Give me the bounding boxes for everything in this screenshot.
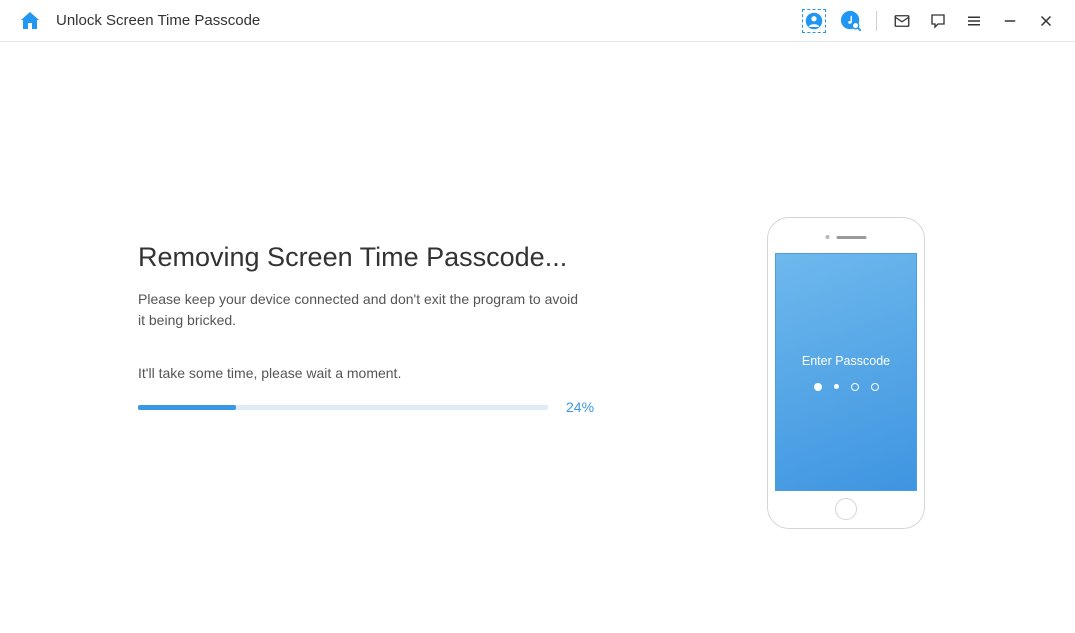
- progress-row: 24%: [138, 399, 707, 415]
- phone-illustration: Enter Passcode: [767, 217, 925, 529]
- music-search-icon[interactable]: [840, 10, 862, 32]
- wait-text: It'll take some time, please wait a mome…: [138, 365, 707, 381]
- main-heading: Removing Screen Time Passcode...: [138, 242, 707, 273]
- menu-icon[interactable]: [963, 10, 985, 32]
- minimize-icon[interactable]: [999, 10, 1021, 32]
- phone-speaker: [826, 235, 867, 239]
- close-icon[interactable]: [1035, 10, 1057, 32]
- passcode-dot-4: [871, 383, 879, 391]
- header-left: Unlock Screen Time Passcode: [18, 9, 260, 33]
- passcode-dot-3: [851, 383, 859, 391]
- page-title: Unlock Screen Time Passcode: [56, 12, 260, 29]
- right-panel: Enter Passcode: [767, 42, 1025, 529]
- progress-bar: [138, 405, 548, 410]
- passcode-dot-2: [834, 384, 839, 389]
- main-content: Removing Screen Time Passcode... Please …: [0, 42, 1075, 633]
- header: Unlock Screen Time Passcode: [0, 0, 1075, 42]
- passcode-dots: [814, 383, 879, 391]
- header-divider: [876, 11, 877, 31]
- progress-percent: 24%: [566, 399, 594, 415]
- description-text: Please keep your device connected and do…: [138, 289, 588, 331]
- feedback-icon[interactable]: [927, 10, 949, 32]
- phone-home-button: [835, 498, 857, 520]
- phone-earpiece: [837, 236, 867, 239]
- phone-screen: Enter Passcode: [775, 253, 917, 491]
- passcode-dot-1: [814, 383, 822, 391]
- passcode-label: Enter Passcode: [802, 354, 890, 368]
- mail-icon[interactable]: [891, 10, 913, 32]
- left-panel: Removing Screen Time Passcode... Please …: [50, 42, 767, 415]
- header-right: [802, 9, 1057, 33]
- phone-camera-dot: [826, 235, 830, 239]
- progress-fill: [138, 405, 236, 410]
- home-icon[interactable]: [18, 9, 42, 33]
- account-icon[interactable]: [802, 9, 826, 33]
